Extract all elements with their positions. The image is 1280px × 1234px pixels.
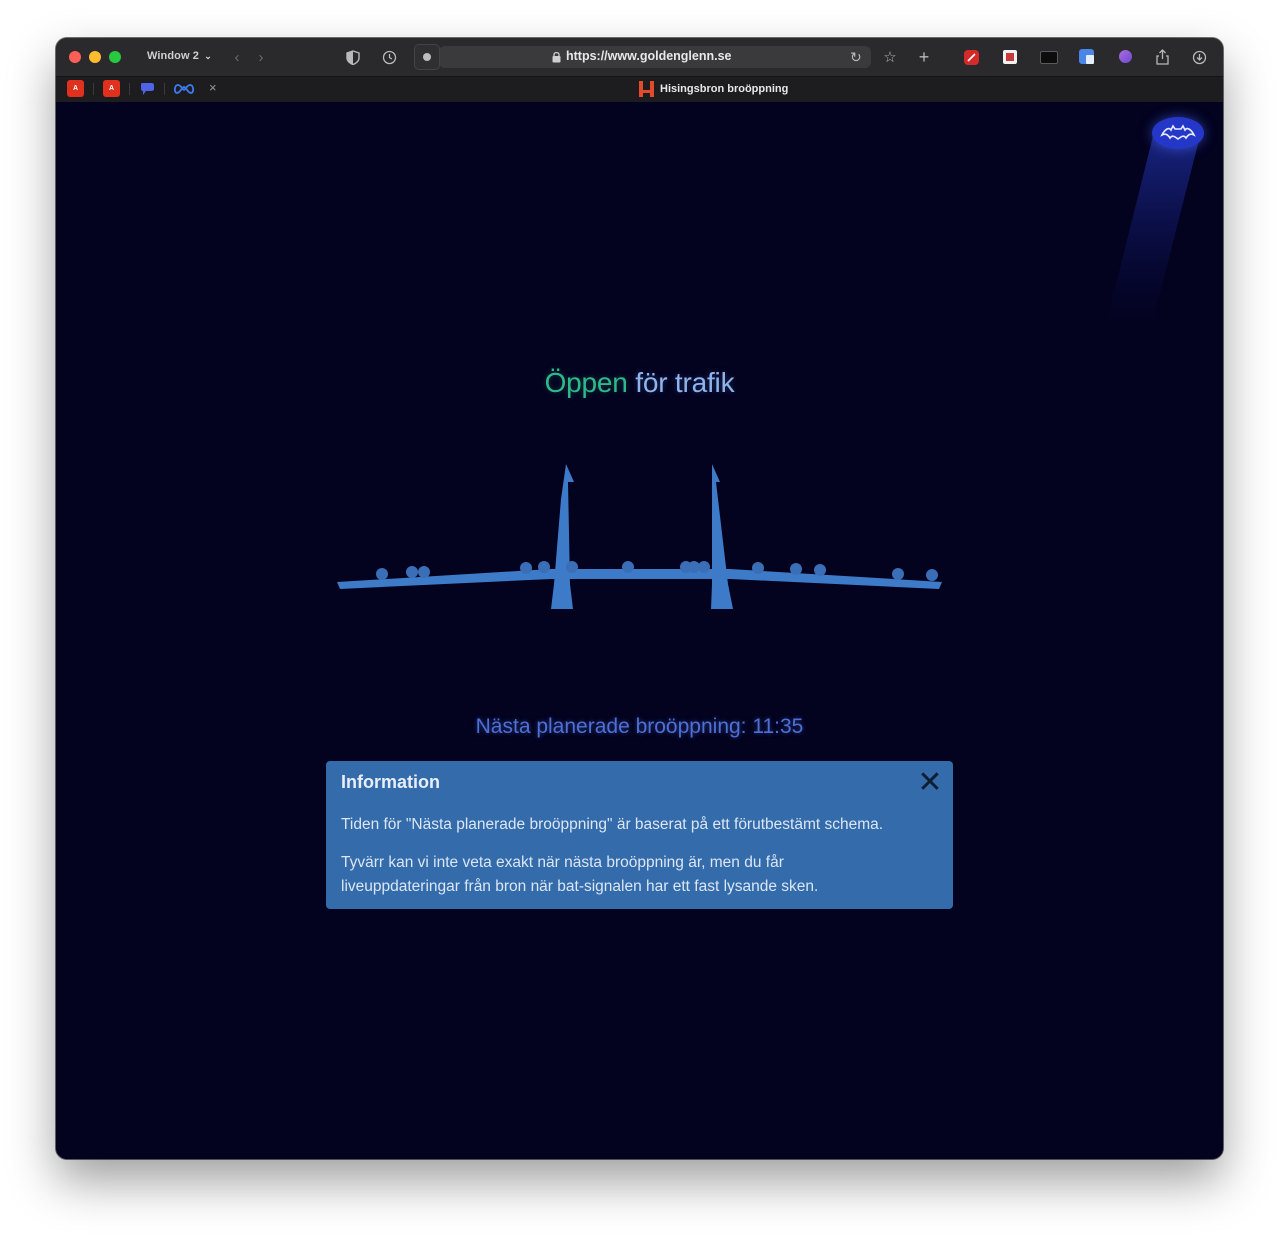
extension-purple-icon[interactable] bbox=[1119, 50, 1132, 63]
bat-signal-icon[interactable] bbox=[1152, 117, 1204, 149]
back-icon[interactable]: ‹ bbox=[227, 47, 247, 67]
plus-icon[interactable]: + bbox=[914, 47, 934, 67]
acrobat-icon: A bbox=[72, 85, 79, 92]
reload-icon[interactable]: ↻ bbox=[850, 49, 862, 66]
tab-active-title[interactable]: Hisingsbron broöppning bbox=[660, 83, 788, 95]
next-opening-text: Nästa planerade broöppning: 11:35 bbox=[475, 715, 804, 738]
page-content: Öppen för trafik Nästa planerade broöppn… bbox=[56, 102, 1223, 1159]
tab-bar: A A × Hisingsbron broöppning bbox=[56, 76, 1223, 103]
status-open-word: Öppen bbox=[544, 367, 628, 398]
meta-infinity-icon bbox=[174, 83, 194, 94]
lock-icon bbox=[552, 50, 561, 68]
bridge-tower-right bbox=[711, 464, 733, 609]
info-paragraph-live-line-1: Tyvärr kan vi inte veta exakt när nästa … bbox=[341, 854, 784, 871]
bridge-status-heading: Öppen för trafik bbox=[56, 367, 1223, 399]
chevron-down-icon: ⌄ bbox=[204, 51, 212, 61]
browser-toolbar: Window 2 ⌄ ‹ › https://www.goldenglenn.s… bbox=[56, 38, 1223, 76]
close-tab-icon[interactable]: × bbox=[209, 80, 217, 95]
extension-grid-icon[interactable] bbox=[1003, 50, 1017, 64]
info-paragraph-schedule: Tiden för "Nästa planerade broöppning" ä… bbox=[341, 816, 884, 833]
pinned-tab-meta[interactable] bbox=[173, 80, 195, 97]
close-window-button[interactable] bbox=[69, 51, 81, 63]
info-panel: Information ✕ Tiden för "Nästa planerade… bbox=[326, 761, 953, 909]
reader-icon[interactable] bbox=[414, 44, 440, 70]
browser-window: Window 2 ⌄ ‹ › https://www.goldenglenn.s… bbox=[56, 38, 1223, 1159]
address-bar[interactable]: https://www.goldenglenn.se ↻ bbox=[414, 44, 871, 70]
zoom-window-button[interactable] bbox=[109, 51, 121, 63]
info-title: Information bbox=[341, 772, 440, 792]
download-icon[interactable] bbox=[1189, 47, 1209, 67]
info-paragraph-live-line-2: liveuppdateringar från bron när bat-sign… bbox=[341, 878, 819, 895]
forward-icon[interactable]: › bbox=[251, 47, 271, 67]
extension-dark-icon[interactable] bbox=[1040, 51, 1058, 64]
chat-bubble-icon bbox=[141, 83, 154, 95]
site-favicon-icon bbox=[639, 81, 654, 97]
window-menu[interactable]: Window 2 ⌄ bbox=[147, 50, 212, 62]
translate-icon[interactable] bbox=[1079, 49, 1094, 64]
bridge-illustration bbox=[337, 464, 942, 609]
shield-icon[interactable] bbox=[343, 47, 363, 67]
bridge-tower-left bbox=[551, 464, 574, 609]
close-icon[interactable]: ✕ bbox=[915, 768, 945, 798]
history-icon[interactable] bbox=[379, 47, 399, 67]
minimize-window-button[interactable] bbox=[89, 51, 101, 63]
window-label: Window 2 bbox=[147, 50, 200, 62]
pinned-tab-acrobat-1[interactable]: A bbox=[67, 80, 84, 97]
pinned-tab-chat[interactable] bbox=[139, 80, 156, 97]
status-rest-text: för trafik bbox=[627, 367, 735, 398]
url-text: https://www.goldenglenn.se bbox=[566, 49, 732, 63]
acrobat-icon: A bbox=[108, 85, 115, 92]
extension-red-icon[interactable] bbox=[964, 50, 979, 65]
star-icon[interactable]: ☆ bbox=[880, 47, 900, 67]
share-icon[interactable] bbox=[1152, 47, 1172, 67]
pinned-tab-acrobat-2[interactable]: A bbox=[103, 80, 120, 97]
